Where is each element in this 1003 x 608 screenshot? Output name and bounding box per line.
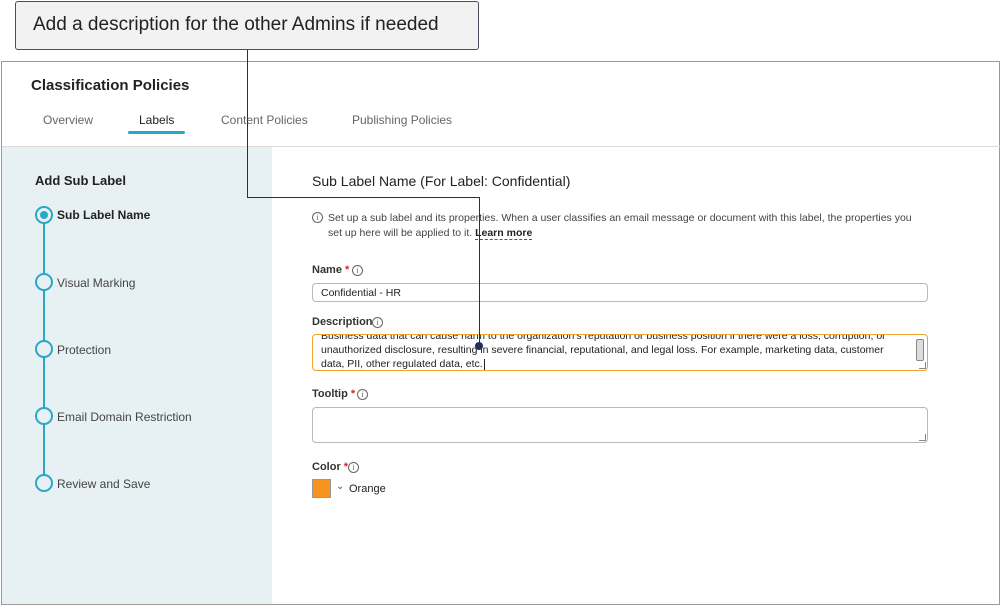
color-swatch[interactable] [312,479,331,498]
step-email-domain-restriction[interactable]: Email Domain Restriction [57,410,192,424]
step-indicator[interactable] [35,340,53,358]
color-select-value[interactable]: Orange [349,483,386,495]
color-label: Color * [312,461,348,473]
callout-leader-line [247,50,248,198]
form-title: Sub Label Name (For Label: Confidential) [312,173,571,189]
callout-leader-line [247,197,480,198]
active-tab-indicator [128,131,185,134]
tab-labels[interactable]: Labels [139,113,174,127]
description-value: Business data that can cause harm to the… [321,334,909,370]
resize-handle-icon[interactable] [919,434,926,441]
description-textarea[interactable]: Business data that can cause harm to the… [312,334,928,371]
tooltip-label: Tooltip * [312,388,355,400]
info-icon[interactable]: i [348,462,359,473]
step-review-and-save[interactable]: Review and Save [57,477,150,491]
annotation-callout: Add a description for the other Admins i… [15,1,479,50]
required-mark: * [345,264,350,276]
resize-handle-icon[interactable] [919,362,926,369]
info-icon[interactable]: i [352,265,363,276]
step-indicator[interactable] [35,407,53,425]
info-icon[interactable]: i [357,389,368,400]
info-description: Set up a sub label and its properties. W… [328,211,928,241]
tooltip-textarea[interactable] [312,407,928,443]
page-title: Classification Policies [31,77,190,94]
tab-content-policies[interactable]: Content Policies [221,113,308,127]
step-indicator-active[interactable] [35,206,53,224]
sidebar-title: Add Sub Label [35,173,126,188]
description-label: Description [312,316,373,328]
textarea-scrollbar[interactable] [916,339,924,361]
name-label-text: Name [312,264,342,276]
step-indicator[interactable] [35,474,53,492]
info-text: Set up a sub label and its properties. W… [328,212,912,239]
step-visual-marking[interactable]: Visual Marking [57,276,135,290]
required-mark: * [350,388,356,400]
name-label: Name * [312,264,349,276]
name-value: Confidential - HR [321,287,401,299]
step-sub-label-name[interactable]: Sub Label Name [57,208,150,222]
chevron-down-icon[interactable]: ⌄ [336,481,344,492]
tab-publishing-policies[interactable]: Publishing Policies [352,113,452,127]
step-indicator[interactable] [35,273,53,291]
info-icon[interactable]: i [372,317,383,328]
description-text: Business data that can cause harm to the… [321,334,886,370]
step-protection[interactable]: Protection [57,343,111,357]
tooltip-label-text: Tooltip [312,388,348,400]
callout-leader-line [479,197,480,347]
callout-pointer-dot [475,342,483,350]
name-input[interactable]: Confidential - HR [312,283,928,302]
info-icon: i [312,212,323,223]
learn-more-link[interactable]: Learn more [475,227,533,240]
color-label-text: Color [312,461,341,473]
tab-overview[interactable]: Overview [43,113,93,127]
text-caret [483,358,485,370]
